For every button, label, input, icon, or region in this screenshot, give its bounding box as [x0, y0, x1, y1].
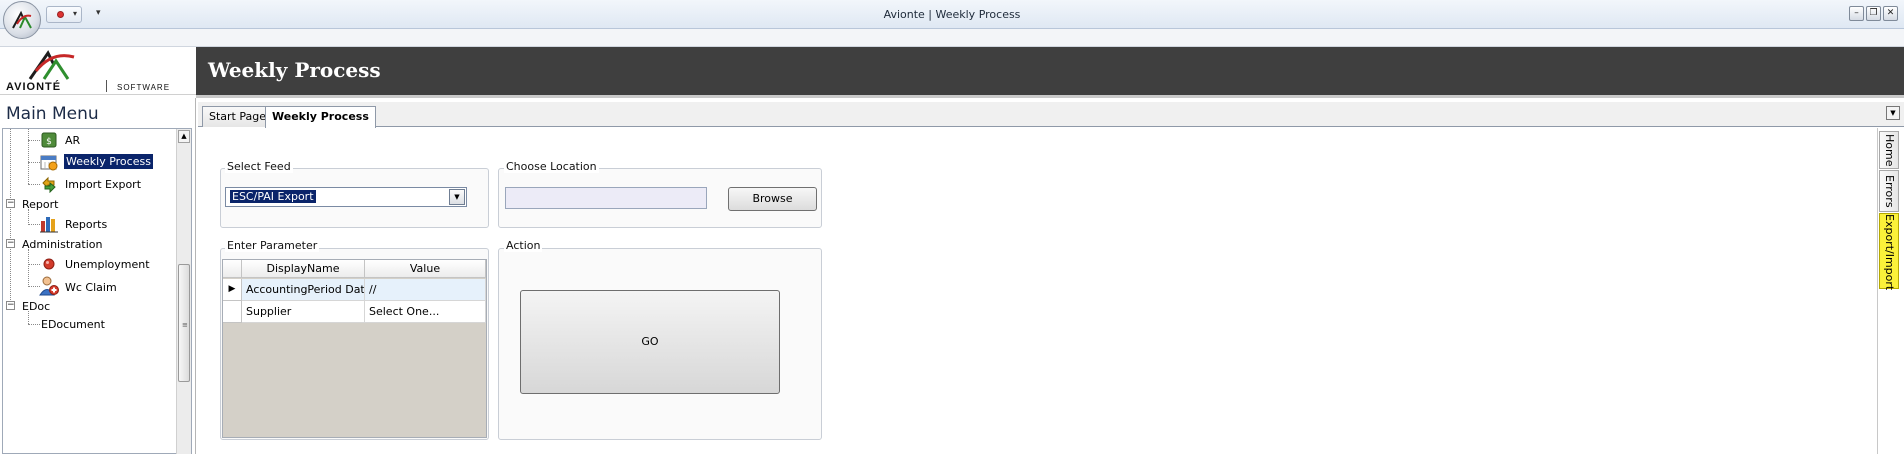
choose-location-title: Choose Location — [504, 160, 599, 173]
menu-group-edoc[interactable]: EDoc — [22, 300, 50, 313]
menu-item-edocument[interactable]: EDocument — [41, 318, 105, 331]
tree-connector — [28, 209, 29, 225]
brand-subtitle: SOFTWARE — [117, 83, 171, 92]
tree-connector — [28, 140, 40, 141]
report-group-collapse-icon[interactable]: − — [6, 199, 15, 208]
tree-connector — [10, 129, 11, 306]
grip-icon: ≡ — [182, 321, 188, 329]
wc-claim-icon — [39, 276, 59, 296]
tree-connector — [28, 324, 40, 325]
restore-button[interactable]: ❐ — [1866, 6, 1881, 21]
browse-button[interactable]: Browse — [728, 187, 817, 211]
menu-item-weekly-process[interactable]: Weekly Process — [64, 154, 153, 169]
scrollbar-thumb[interactable]: ≡ — [178, 264, 190, 382]
menu-item-import-export[interactable]: Import Export — [65, 178, 141, 191]
chevron-down-icon[interactable]: ▼ — [449, 189, 465, 205]
side-tab-home[interactable]: Home — [1879, 131, 1899, 169]
brand-divider — [106, 80, 107, 92]
tree-connector — [28, 224, 40, 225]
tab-list-dropdown-icon[interactable]: ▼ — [1886, 106, 1900, 120]
scroll-up-icon[interactable]: ▲ — [178, 130, 190, 143]
menu-group-report[interactable]: Report — [22, 198, 58, 211]
import-export-icon — [42, 176, 56, 193]
calendar-icon — [40, 155, 58, 171]
menu-item-unemployment[interactable]: Unemployment — [65, 258, 150, 271]
edoc-group-collapse-icon[interactable]: − — [6, 301, 15, 310]
action-title: Action — [504, 239, 543, 252]
menu-item-reports[interactable]: Reports — [65, 218, 107, 231]
page-title: Weekly Process — [208, 58, 381, 82]
tree-connector — [28, 264, 40, 265]
side-tab-export-import[interactable]: Export/Import — [1879, 213, 1899, 290]
reports-icon — [40, 217, 58, 233]
menu-group-administration[interactable]: Administration — [22, 238, 103, 251]
header-divider — [196, 95, 1904, 98]
tree-connector — [28, 249, 29, 287]
menu-item-ar[interactable]: AR — [65, 134, 80, 147]
page-header — [196, 47, 1904, 95]
minimize-button[interactable]: – — [1849, 6, 1864, 21]
feed-select[interactable]: ESC/PAI Export ▼ — [225, 187, 467, 207]
parameter-grid[interactable]: DisplayName Value ▶ AccountingPeriod Dat… — [222, 259, 487, 438]
grid-column-value[interactable]: Value — [365, 260, 486, 278]
grid-row-header-corner — [223, 260, 242, 278]
main-menu-title: Main Menu — [6, 104, 99, 124]
tree-connector — [28, 129, 29, 184]
table-row[interactable]: Supplier Select One... — [223, 301, 486, 323]
grid-column-displayname[interactable]: DisplayName — [242, 260, 365, 278]
enter-parameter-title: Enter Parameter — [225, 239, 320, 252]
logo-area: AVIONTÉ SOFTWARE — [0, 47, 196, 95]
brand-name: AVIONTÉ — [6, 81, 62, 93]
menu-item-wc-claim[interactable]: Wc Claim — [65, 281, 117, 294]
tree-connector — [28, 162, 40, 163]
param-name-cell[interactable]: Supplier — [242, 301, 365, 323]
ribbon-band — [0, 29, 1904, 47]
table-row[interactable]: ▶ AccountingPeriod Dat // — [223, 279, 486, 301]
document-tab-strip — [198, 102, 1904, 127]
tree-connector — [28, 184, 40, 185]
param-value-cell[interactable]: Select One... — [365, 301, 486, 323]
svg-text:$: $ — [46, 137, 52, 147]
administration-group-collapse-icon[interactable]: − — [6, 239, 15, 248]
current-row-icon: ▶ — [223, 279, 242, 301]
unemployment-icon — [43, 258, 55, 270]
avionte-logo-mark-icon — [28, 50, 75, 80]
select-feed-title: Select Feed — [225, 160, 293, 173]
application-orb-button[interactable] — [3, 1, 41, 39]
window-title: Avionte | Weekly Process — [883, 8, 1021, 21]
avionte-logo-icon — [12, 10, 32, 29]
close-button[interactable]: ✕ — [1883, 6, 1898, 21]
param-value-cell[interactable]: // — [365, 279, 486, 301]
tree-scrollbar[interactable]: ▲ ≡ — [176, 129, 191, 454]
ar-ledger-icon: $ — [41, 132, 57, 148]
row-header — [223, 301, 242, 323]
side-tab-errors[interactable]: Errors — [1879, 170, 1899, 212]
tab-start-page[interactable]: Start Page — [202, 106, 273, 127]
feed-select-value: ESC/PAI Export — [230, 190, 316, 203]
tab-weekly-process[interactable]: Weekly Process — [265, 106, 376, 128]
go-button[interactable]: GO — [520, 290, 780, 394]
param-name-cell[interactable]: AccountingPeriod Dat — [242, 279, 365, 301]
location-input[interactable] — [505, 187, 707, 209]
